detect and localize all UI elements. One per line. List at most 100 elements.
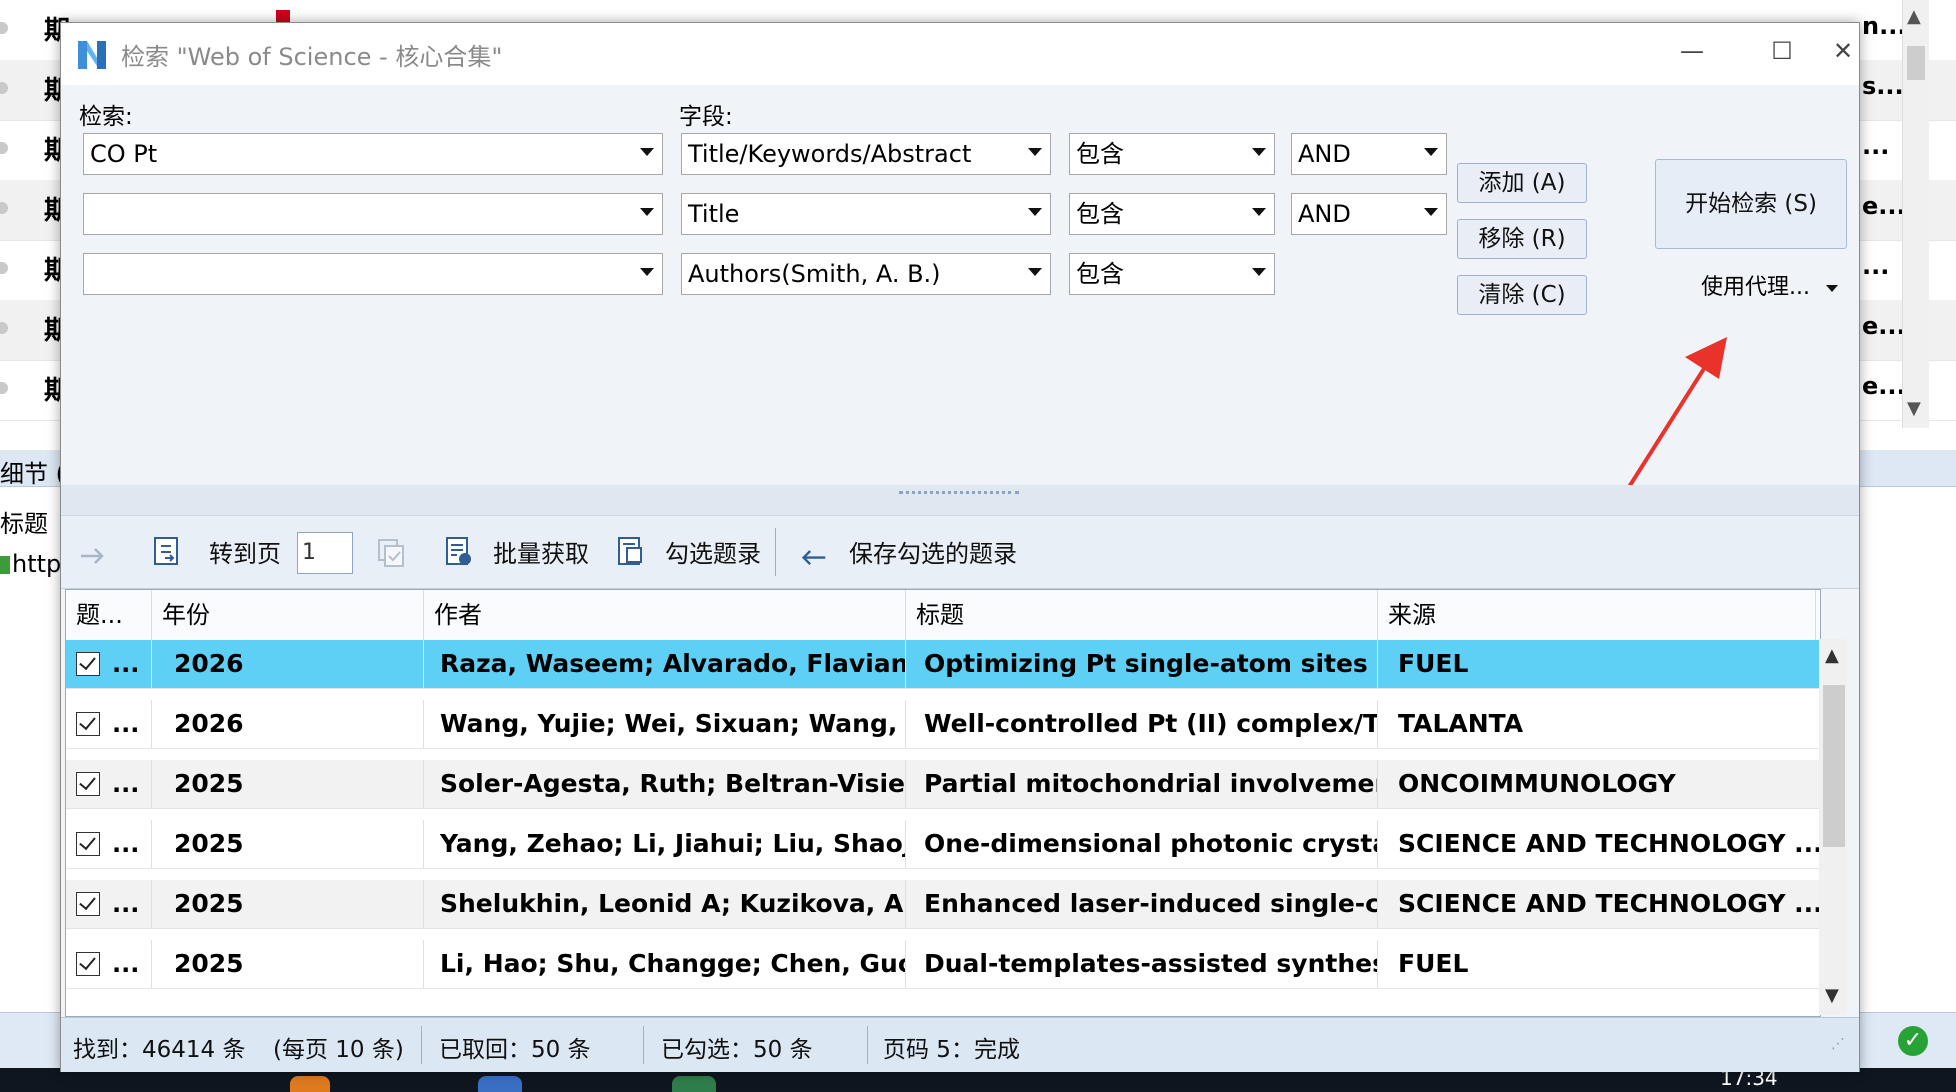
link-icon bbox=[0, 556, 10, 574]
use-proxy-dropdown[interactable]: 使用代理... bbox=[1701, 269, 1838, 301]
row-checkbox[interactable] bbox=[76, 952, 100, 976]
scroll-up-icon[interactable]: ▲ bbox=[1907, 6, 1921, 27]
row-checkbox[interactable] bbox=[76, 712, 100, 736]
operator-select-2[interactable]: 包含 bbox=[1069, 193, 1275, 235]
splitter-grip[interactable] bbox=[899, 491, 1019, 498]
taskbar-app-icon[interactable] bbox=[478, 1076, 522, 1092]
column-header-record[interactable]: 题... bbox=[66, 590, 152, 640]
background-scrollbar[interactable]: ▲ ▼ bbox=[1902, 0, 1929, 428]
dropdown-arrow-icon[interactable] bbox=[1252, 148, 1266, 156]
dropdown-arrow-icon[interactable] bbox=[1252, 268, 1266, 276]
background-http-link[interactable]: http: bbox=[0, 550, 69, 578]
close-button[interactable]: ✕ bbox=[1827, 23, 1859, 81]
query-input-1[interactable]: CO Pt bbox=[83, 133, 663, 175]
start-search-button[interactable]: 开始检索 (S) bbox=[1655, 159, 1847, 249]
check-records-button[interactable]: 勾选题录 bbox=[665, 534, 761, 569]
goto-page-label[interactable]: 转到页 bbox=[209, 534, 281, 569]
scroll-down-icon[interactable]: ▼ bbox=[1825, 985, 1839, 1006]
dropdown-arrow-icon[interactable] bbox=[1424, 148, 1438, 156]
row-checkbox[interactable] bbox=[76, 652, 100, 676]
dropdown-arrow-icon[interactable] bbox=[1252, 208, 1266, 216]
field-value: Title bbox=[688, 200, 740, 228]
operator-value: 包含 bbox=[1076, 140, 1124, 168]
add-criteria-button[interactable]: 添加 (A) bbox=[1457, 163, 1587, 203]
scroll-up-icon[interactable]: ▲ bbox=[1825, 645, 1839, 666]
authors-cell: Wang, Yujie; Wei, Sixuan; Wang, Y bbox=[424, 700, 906, 748]
dropdown-arrow-icon[interactable] bbox=[1028, 268, 1042, 276]
column-header-title[interactable]: 标题 bbox=[906, 590, 1378, 640]
forward-arrow-icon[interactable] bbox=[77, 534, 109, 568]
dropdown-arrow-icon[interactable] bbox=[1028, 148, 1042, 156]
dropdown-arrow-icon[interactable] bbox=[1424, 208, 1438, 216]
go-page-icon[interactable] bbox=[375, 534, 407, 568]
record-cell[interactable]: ... bbox=[66, 700, 152, 748]
scroll-down-icon[interactable]: ▼ bbox=[1907, 398, 1921, 419]
source-cell: FUEL bbox=[1398, 949, 1469, 978]
logic-select-2[interactable]: AND bbox=[1291, 193, 1447, 235]
check-records-icon[interactable] bbox=[615, 534, 647, 568]
clear-criteria-button[interactable]: 清除 (C) bbox=[1457, 275, 1587, 315]
dropdown-arrow-icon[interactable] bbox=[640, 148, 654, 156]
row-checkbox[interactable] bbox=[76, 772, 100, 796]
save-back-arrow-icon[interactable] bbox=[797, 534, 829, 568]
sync-ok-icon[interactable]: ✓ bbox=[1898, 1026, 1928, 1056]
table-row[interactable]: ... 2026 Raza, Waseem; Alvarado, Flavian… bbox=[66, 640, 1820, 689]
table-row[interactable]: ... 2025 Li, Hao; Shu, Changge; Chen, Gu… bbox=[66, 940, 1820, 989]
resize-grip-icon[interactable]: ⋰ bbox=[1831, 1036, 1845, 1052]
table-row[interactable]: ... 2026 Wang, Yujie; Wei, Sixuan; Wang,… bbox=[66, 700, 1820, 749]
scroll-thumb[interactable] bbox=[1907, 46, 1925, 80]
logic-select-1[interactable]: AND bbox=[1291, 133, 1447, 175]
scroll-thumb[interactable] bbox=[1823, 685, 1845, 847]
page-number-input[interactable]: 1 bbox=[297, 532, 353, 574]
record-cell[interactable]: ... bbox=[66, 760, 152, 808]
batch-fetch-icon[interactable] bbox=[443, 534, 475, 568]
chevron-down-icon[interactable] bbox=[1825, 284, 1838, 292]
taskbar-app-icon[interactable] bbox=[290, 1076, 330, 1092]
operator-value: 包含 bbox=[1076, 200, 1124, 228]
table-row[interactable]: ... 2025 Yang, Zehao; Li, Jiahui; Liu, S… bbox=[66, 820, 1820, 869]
column-header-year[interactable]: 年份 bbox=[152, 590, 424, 640]
year-cell: 2026 bbox=[152, 640, 424, 688]
record-cell[interactable]: ... bbox=[66, 640, 152, 688]
query-input-3[interactable] bbox=[83, 253, 663, 295]
save-checked-records-button[interactable]: 保存勾选的题录 bbox=[849, 534, 1017, 569]
record-cell[interactable]: ... bbox=[66, 820, 152, 868]
remove-criteria-button[interactable]: 移除 (R) bbox=[1457, 219, 1587, 259]
maximize-button[interactable]: ☐ bbox=[1737, 23, 1827, 81]
operator-select-1[interactable]: 包含 bbox=[1069, 133, 1275, 175]
field-select-3[interactable]: Authors(Smith, A. B.) bbox=[681, 253, 1051, 295]
panel-splitter[interactable] bbox=[61, 485, 1859, 515]
field-select-1[interactable]: Title/Keywords/Abstract bbox=[681, 133, 1051, 175]
field-value: Authors(Smith, A. B.) bbox=[688, 260, 941, 288]
goto-page-icon[interactable] bbox=[151, 534, 183, 568]
row-checkbox[interactable] bbox=[76, 892, 100, 916]
title-cell: Partial mitochondrial involvemer bbox=[906, 760, 1378, 808]
status-per-page: (每页 10 条) bbox=[273, 1037, 404, 1063]
column-header-source[interactable]: 来源 bbox=[1378, 590, 1816, 640]
row-checkbox[interactable] bbox=[76, 832, 100, 856]
record-cell[interactable]: ... bbox=[66, 940, 152, 988]
query-input-2[interactable] bbox=[83, 193, 663, 235]
year-cell: 2026 bbox=[152, 700, 424, 748]
dialog-titlebar[interactable]: 检索 "Web of Science - 核心合集" — ☐ ✕ bbox=[61, 23, 1859, 85]
year-cell: 2025 bbox=[152, 880, 424, 928]
table-row[interactable]: ... 2025 Soler-Agesta, Ruth; Beltran-Vis… bbox=[66, 760, 1820, 809]
table-row[interactable]: ... 2025 Shelukhin, Leonid A; Kuzikova, … bbox=[66, 880, 1820, 929]
record-marker: ... bbox=[112, 770, 140, 798]
column-header-authors[interactable]: 作者 bbox=[424, 590, 906, 640]
row-dot bbox=[0, 262, 8, 274]
record-marker: ... bbox=[112, 710, 140, 738]
field-select-2[interactable]: Title bbox=[681, 193, 1051, 235]
results-scrollbar[interactable]: ▲ ▼ bbox=[1819, 639, 1847, 1015]
minimize-button[interactable]: — bbox=[1647, 23, 1737, 81]
operator-select-3[interactable]: 包含 bbox=[1069, 253, 1275, 295]
results-toolbar: 转到页 1 批量获取 勾选题录 保存勾选的题录 bbox=[61, 515, 1859, 589]
record-cell[interactable]: ... bbox=[66, 880, 152, 928]
dropdown-arrow-icon[interactable] bbox=[640, 208, 654, 216]
dropdown-arrow-icon[interactable] bbox=[1028, 208, 1042, 216]
authors-cell: Raza, Waseem; Alvarado, Flaviano bbox=[424, 640, 906, 688]
logic-value: AND bbox=[1298, 200, 1351, 228]
taskbar-app-icon[interactable] bbox=[672, 1076, 716, 1092]
batch-fetch-button[interactable]: 批量获取 bbox=[493, 534, 589, 569]
dropdown-arrow-icon[interactable] bbox=[640, 268, 654, 276]
